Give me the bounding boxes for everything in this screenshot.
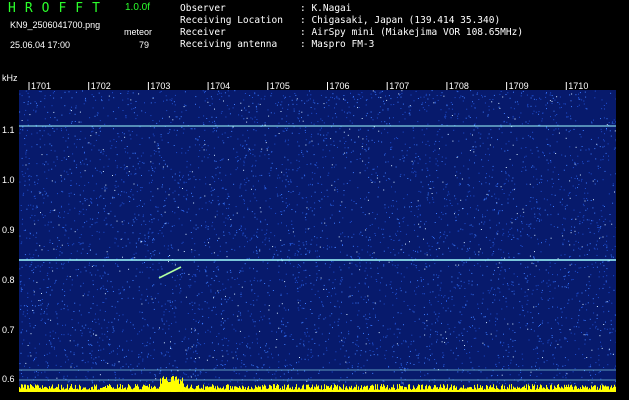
y-tick-label: 0.7: [2, 325, 15, 335]
y-tick-label: 0.8: [2, 275, 15, 285]
axis-unit-label: kHz: [2, 73, 18, 83]
app-title: HROFFT: [8, 1, 109, 16]
bottom-signal-bar: [19, 376, 616, 392]
info-key-location: Receiving Location: [180, 15, 283, 26]
meteor-label: meteor: [124, 27, 153, 37]
info-key-antenna: Receiving antenna: [180, 39, 278, 50]
right-margin: [616, 82, 629, 400]
y-tick-label: 0.9: [2, 225, 15, 235]
y-tick-label: 0.6: [2, 374, 15, 384]
x-tick-label: 1703: [150, 82, 170, 91]
spectrogram-plot[interactable]: 1701 1702 1703 1704 1705 1706 1707 1708 1709 1710: [19, 82, 616, 392]
x-tick-label: 1704: [210, 82, 230, 91]
info-value-location: : Chigasaki, Japan (139.414 35.340): [300, 15, 501, 26]
version-label: 1.0.0f: [125, 2, 151, 13]
x-tick-label: 1708: [449, 82, 469, 91]
info-key-observer: Observer: [180, 3, 226, 14]
info-value-antenna: : Maspro FM-3: [300, 39, 375, 50]
x-tick-label: 1701: [31, 82, 51, 91]
datetime-label: 25.06.04 17:00: [10, 40, 71, 50]
x-tick-label: 1707: [389, 82, 409, 91]
spectrogram-canvas: 1701 1702 1703 1704 1705 1706 1707 1708 1709 1710: [19, 82, 616, 392]
y-tick-label: 1.0: [2, 175, 15, 185]
x-tick-label: 1702: [91, 82, 111, 91]
x-tick-label: 1709: [509, 82, 529, 91]
info-key-receiver: Receiver: [180, 27, 226, 38]
y-tick-label: 1.1: [2, 125, 15, 135]
header-panel: HROFFT 1.0.0f KN9_2506041700.png meteor …: [0, 0, 629, 83]
info-value-observer: : K.Nagai: [300, 3, 352, 14]
x-tick-label: 1710: [568, 82, 588, 91]
filename-label: KN9_2506041700.png: [10, 20, 101, 30]
meteor-count: 79: [139, 40, 150, 50]
info-value-receiver: : AirSpy mini (Miakejima VOR 108.65MHz): [300, 27, 524, 38]
x-tick-label: 1705: [270, 82, 290, 91]
x-tick-label: 1706: [330, 82, 350, 91]
noise-layer: [19, 90, 616, 385]
